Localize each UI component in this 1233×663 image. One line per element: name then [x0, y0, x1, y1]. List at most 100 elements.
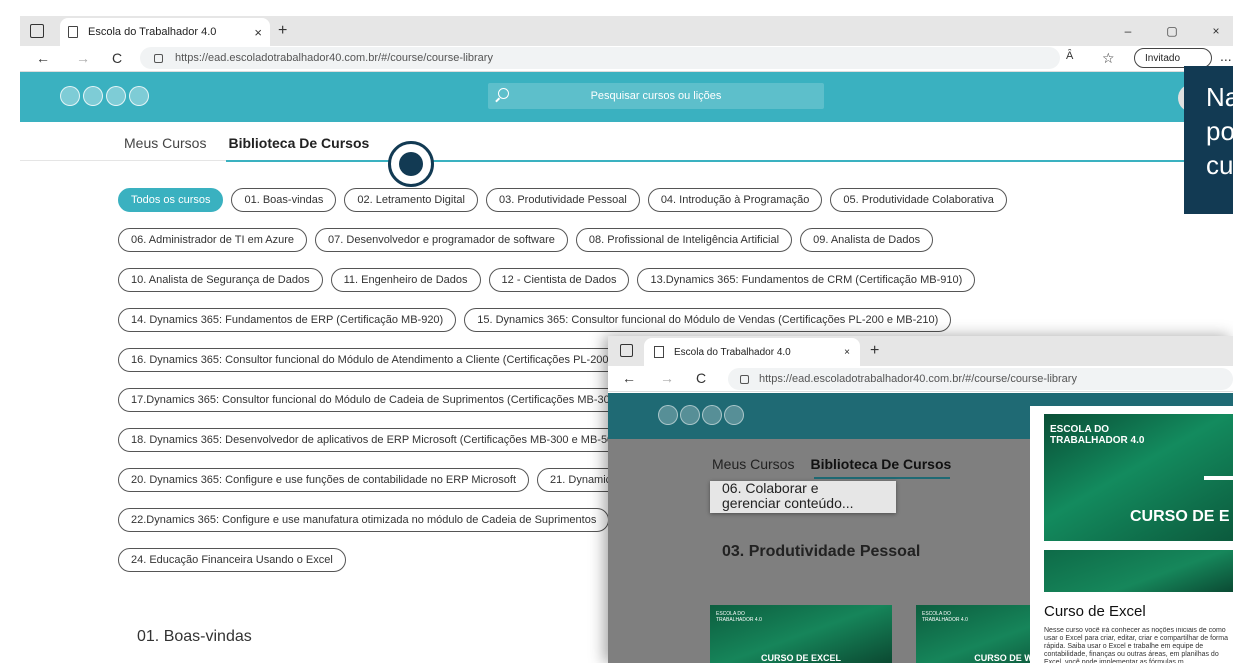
logo-dot-icon — [129, 86, 149, 106]
inner-nav-tabs: Meus Cursos Biblioteca De Cursos — [712, 456, 951, 472]
close-tab-icon[interactable]: × — [254, 25, 262, 40]
filter-chip[interactable]: 16. Dynamics 365: Consultor funcional do… — [118, 348, 676, 372]
screen: Escola do Trabalhador 4.0 × + – ▢ × ← → … — [0, 0, 1233, 663]
chip-row: 06. Administrador de TI em Azure 07. Dese… — [118, 228, 1218, 252]
forward-button[interactable]: → — [76, 50, 90, 66]
filter-chip[interactable]: 04. Introdução à Programação — [647, 188, 823, 212]
click-cursor-icon — [388, 141, 434, 187]
module-card-line: 06. Colaborar e — [722, 481, 819, 496]
cover-brand-line: ESCOLA DO — [1050, 424, 1110, 435]
back-button[interactable]: ← — [36, 50, 50, 66]
profile-label: Invitado — [1145, 52, 1181, 64]
inner-reload-button[interactable]: C — [696, 370, 706, 386]
inner-forward-button[interactable]: → — [660, 370, 674, 386]
browser-tab[interactable]: Escola do Trabalhador 4.0 × — [60, 18, 270, 46]
inner-section-title: 03. Produtividade Pessoal — [722, 543, 921, 560]
favorites-icon[interactable]: ☆ — [1102, 50, 1115, 67]
tab-my-courses[interactable]: Meus Cursos — [124, 135, 206, 151]
filter-chip[interactable]: 13.Dynamics 365: Fundamentos de CRM (Cer… — [637, 268, 976, 292]
filter-chip[interactable]: 10. Analista de Segurança de Dados — [118, 268, 323, 292]
filter-chip[interactable]: 20. Dynamics 365: Configure e use funçõe… — [118, 468, 530, 492]
inner-browser-tab[interactable]: Escola do Trabalhador 4.0 × — [644, 338, 860, 366]
filter-chip[interactable]: 14. Dynamics 365: Fundamentos de ERP (Ce… — [118, 308, 457, 332]
course-description: Nesse curso você irá conhecer as noções … — [1044, 627, 1229, 663]
logo-dot-icon — [60, 86, 80, 106]
close-tab-icon[interactable]: × — [844, 347, 850, 358]
logo-dot-icon — [83, 86, 103, 106]
filter-chip[interactable]: 22.Dynamics 365: Configure e use manufat… — [118, 508, 610, 532]
thumbnail-title: CURSO DE EXCEL — [760, 653, 841, 663]
page-icon — [68, 26, 78, 38]
chip-row: 10. Analista de Segurança de Dados 11. En… — [118, 268, 1218, 292]
module-card[interactable]: 06. Colaborar e gerenciar conteúdo... — [710, 481, 896, 513]
inner-new-tab-button[interactable]: + — [870, 342, 879, 360]
reload-button[interactable]: C — [112, 50, 122, 66]
inner-tab-bar: Escola do Trabalhador 4.0 × + — [608, 336, 1233, 366]
address-bar[interactable]: https://ead.escoladotrabalhador40.com.br… — [140, 47, 1060, 69]
close-window-button[interactable]: × — [1196, 16, 1233, 46]
tab-actions-icon[interactable] — [30, 24, 44, 38]
filter-chip[interactable]: 18. Dynamics 365: Desenvolvedor de aplic… — [118, 428, 636, 452]
filter-chip[interactable]: 07. Desenvolvedor e programador de softw… — [315, 228, 568, 252]
inner-page: Meus Cursos Biblioteca De Cursos 06. Col… — [608, 393, 1233, 663]
logo-dot-icon — [680, 405, 700, 425]
site-logo[interactable] — [60, 86, 149, 106]
course-cover-image: ESCOLA DO TRABALHADOR 4.0 CURSO DE E — [1044, 414, 1233, 541]
logo-dot-icon — [724, 405, 744, 425]
filter-chip[interactable]: 05. Produtividade Colaborativa — [830, 188, 1007, 212]
search-input[interactable]: Pesquisar cursos ou lições — [488, 83, 824, 109]
inner-tab-actions-icon[interactable] — [620, 344, 633, 357]
filter-chip[interactable]: 02. Letramento Digital — [344, 188, 478, 212]
inner-browser-window: Escola do Trabalhador 4.0 × + ← → C http… — [608, 336, 1233, 663]
filter-chip[interactable]: 11. Engenheiro de Dados — [330, 268, 481, 292]
inner-active-tab-indicator — [814, 477, 950, 479]
page-icon — [654, 346, 664, 358]
minimize-button[interactable]: – — [1108, 16, 1148, 46]
filter-chip[interactable]: 24. Educação Financeira Usando o Excel — [118, 548, 346, 572]
url-text: https://ead.escoladotrabalhador40.com.br… — [175, 52, 493, 64]
inner-address-bar[interactable]: https://ead.escoladotrabalhador40.com.br… — [728, 368, 1233, 390]
logo-dot-icon — [658, 405, 678, 425]
inner-tab-title: Escola do Trabalhador 4.0 — [674, 346, 791, 358]
course-thumbnail-excel[interactable]: ESCOLA DO TRABALHADOR 4.0 CURSO DE EXCEL — [710, 605, 892, 663]
cover-title: CURSO DE E — [1130, 508, 1230, 525]
search-icon — [498, 88, 509, 99]
thumbnail-brand: ESCOLA DO TRABALHADOR 4.0 — [922, 611, 968, 623]
section-title: 01. Boas-vindas — [137, 628, 252, 645]
inner-site-logo[interactable] — [658, 405, 744, 425]
address-bar-row: ← → C https://ead.escoladotrabalhador40.… — [20, 46, 1233, 72]
filter-chip[interactable]: 06. Administrador de TI em Azure — [118, 228, 308, 252]
filter-chip[interactable]: Todos os cursos — [118, 188, 224, 212]
inner-tab-my-courses[interactable]: Meus Cursos — [712, 456, 794, 472]
filter-chip[interactable]: 08. Profissional de Inteligência Artific… — [575, 228, 793, 252]
course-detail-panel: ESCOLA DO TRABALHADOR 4.0 CURSO DE E Cur… — [1030, 406, 1233, 663]
more-menu-icon[interactable]: ... — [1220, 48, 1232, 64]
tooltip-line: po — [1206, 116, 1233, 146]
active-tab-indicator — [226, 160, 1233, 162]
inner-back-button[interactable]: ← — [622, 370, 636, 386]
filter-chip[interactable]: 01. Boas-vindas — [231, 188, 337, 212]
browser-tab-bar: Escola do Trabalhador 4.0 × + — [20, 16, 1233, 46]
tab-course-library[interactable]: Biblioteca De Cursos — [228, 135, 369, 151]
filter-chip[interactable]: 15. Dynamics 365: Consultor funcional do… — [464, 308, 952, 332]
maximize-button[interactable]: ▢ — [1152, 16, 1192, 46]
new-tab-button[interactable]: + — [278, 22, 287, 40]
cover-strip-image — [1044, 550, 1233, 592]
profile-button[interactable]: Invitado — [1134, 48, 1212, 68]
app-header: Pesquisar cursos ou lições — [20, 72, 1233, 122]
filter-chip[interactable]: 17.Dynamics 365: Consultor funcional do … — [118, 388, 684, 412]
filter-chip[interactable]: 03. Produtividade Pessoal — [486, 188, 640, 212]
cover-brand: ESCOLA DO TRABALHADOR 4.0 — [1050, 424, 1170, 446]
filter-chip[interactable]: 09. Analista de Dados — [800, 228, 934, 252]
cover-accent-bar — [1204, 476, 1233, 480]
chip-row: Todos os cursos 01. Boas-vindas 02. Letram… — [118, 188, 1218, 212]
cover-brand-line: TRABALHADOR 4.0 — [1050, 435, 1145, 446]
lock-icon — [154, 53, 163, 63]
course-title: Curso de Excel — [1044, 603, 1146, 620]
read-aloud-icon[interactable]: Ȃ — [1066, 50, 1073, 62]
inner-address-row: ← → C https://ead.escoladotrabalhador40.… — [608, 366, 1233, 392]
search-placeholder: Pesquisar cursos ou lições — [590, 90, 722, 102]
filter-chip[interactable]: 12 - Cientista de Dados — [488, 268, 630, 292]
inner-tab-course-library[interactable]: Biblioteca De Cursos — [810, 456, 951, 472]
lock-icon — [740, 374, 749, 384]
